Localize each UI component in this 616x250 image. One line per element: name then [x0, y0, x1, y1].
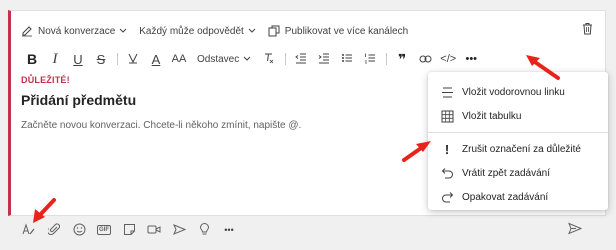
more-options-menu: Vložit vodorovnou linku Vložit tabulku !…	[428, 72, 608, 210]
send-button[interactable]	[568, 222, 583, 240]
reply-permission-dropdown[interactable]: Každý může odpovědět	[139, 26, 256, 37]
numbered-list-button[interactable]	[359, 51, 381, 67]
highlight-button[interactable]	[122, 51, 144, 67]
bullet-list-icon	[341, 52, 353, 67]
chevron-down-icon	[248, 28, 256, 34]
undo-icon	[440, 166, 454, 180]
menu-item-insert-table[interactable]: Vložit tabulku	[428, 104, 608, 128]
bold-button[interactable]: B	[21, 51, 43, 67]
menu-item-unmark-important[interactable]: ! Zrušit označení za důležité	[428, 137, 608, 161]
toolbar-divider	[386, 53, 388, 65]
annotation-arrow-more	[526, 55, 560, 80]
important-label: DŮLEŽITÉ!	[21, 75, 70, 85]
more-apps-button[interactable]: •••	[218, 220, 240, 240]
subject-field[interactable]: Přidání předmětu	[21, 92, 136, 108]
outdent-icon	[295, 52, 307, 67]
conversation-type-dropdown[interactable]: Nová konverzace	[21, 25, 127, 37]
paragraph-style-dropdown[interactable]: Odstavec	[191, 51, 257, 67]
sticker-icon	[123, 223, 136, 238]
annotation-arrow-format	[33, 198, 56, 223]
more-options-button[interactable]: •••	[460, 51, 482, 67]
lightbulb-icon	[199, 222, 210, 238]
clear-formatting-icon	[263, 52, 275, 67]
table-icon	[440, 109, 454, 123]
code-snippet-button[interactable]: </>	[437, 51, 459, 67]
compose-topbar: Nová konverzace Každý může odpovědět Pub…	[21, 22, 420, 40]
menu-divider	[428, 132, 608, 133]
decrease-indent-button[interactable]	[290, 51, 312, 67]
gif-icon: GIF	[97, 225, 111, 235]
conversation-type-label: Nová konverzace	[38, 25, 116, 37]
emoji-icon	[73, 223, 86, 238]
annotation-arrow-important	[402, 141, 431, 162]
increase-indent-button[interactable]	[313, 51, 335, 67]
format-toolbar: B I U S A AA Odstavec ❞ </> •••	[21, 51, 483, 68]
menu-item-redo[interactable]: Opakovat zadávání	[428, 185, 608, 209]
publish-multiple-channels-button[interactable]: Publikovat ve více kanálech	[268, 25, 408, 37]
quote-button[interactable]: ❞	[391, 51, 413, 67]
italic-button[interactable]: I	[44, 51, 66, 67]
gif-button[interactable]: GIF	[93, 220, 115, 240]
bulleted-list-button[interactable]	[336, 51, 358, 67]
menu-item-undo[interactable]: Vrátit zpět zadávání	[428, 161, 608, 185]
menu-item-label: Opakovat zadávání	[462, 191, 549, 203]
paragraph-style-label: Odstavec	[197, 53, 240, 65]
clear-formatting-button[interactable]	[258, 51, 280, 67]
emoji-button[interactable]	[68, 220, 90, 240]
trash-icon	[582, 22, 593, 39]
meet-now-button[interactable]	[143, 220, 165, 240]
reply-permission-label: Každý může odpovědět	[139, 25, 244, 37]
message-input[interactable]: Začněte novou konverzaci. Chcete-li něko…	[21, 120, 301, 131]
strikethrough-button[interactable]: S	[90, 51, 112, 67]
redo-icon	[440, 190, 454, 204]
toolbar-divider	[285, 53, 287, 65]
underline-button[interactable]: U	[67, 51, 89, 67]
pencil-icon	[21, 25, 33, 37]
menu-item-insert-horizontal-line[interactable]: Vložit vodorovnou linku	[428, 80, 608, 104]
chevron-down-icon	[243, 56, 251, 62]
menu-item-label: Zrušit označení za důležité	[462, 143, 581, 155]
highlighter-icon	[127, 52, 139, 67]
publish-channels-label: Publikovat ve více kanálech	[284, 25, 409, 37]
menu-item-label: Vrátit zpět zadávání	[462, 167, 551, 179]
delete-draft-button[interactable]	[582, 22, 593, 40]
send-icon	[568, 222, 583, 239]
chevron-down-icon	[119, 28, 127, 34]
sticker-button[interactable]	[118, 220, 140, 240]
menu-item-label: Vložit vodorovnou linku	[462, 86, 565, 98]
link-icon	[419, 52, 432, 67]
font-color-button[interactable]: A	[145, 51, 167, 67]
indent-icon	[318, 52, 330, 67]
exclamation-icon: !	[444, 141, 450, 157]
praise-button[interactable]	[193, 220, 215, 240]
font-size-button[interactable]: AA	[168, 51, 190, 67]
numbered-list-icon	[364, 52, 376, 67]
horizontal-line-icon	[440, 85, 454, 99]
menu-item-label: Vložit tabulku	[462, 110, 522, 122]
toolbar-divider	[117, 53, 118, 65]
insert-link-button[interactable]	[414, 51, 436, 67]
video-camera-icon	[147, 223, 161, 237]
send-later-icon	[172, 223, 186, 238]
copy-channels-icon	[268, 25, 280, 37]
schedule-send-button[interactable]	[168, 220, 190, 240]
